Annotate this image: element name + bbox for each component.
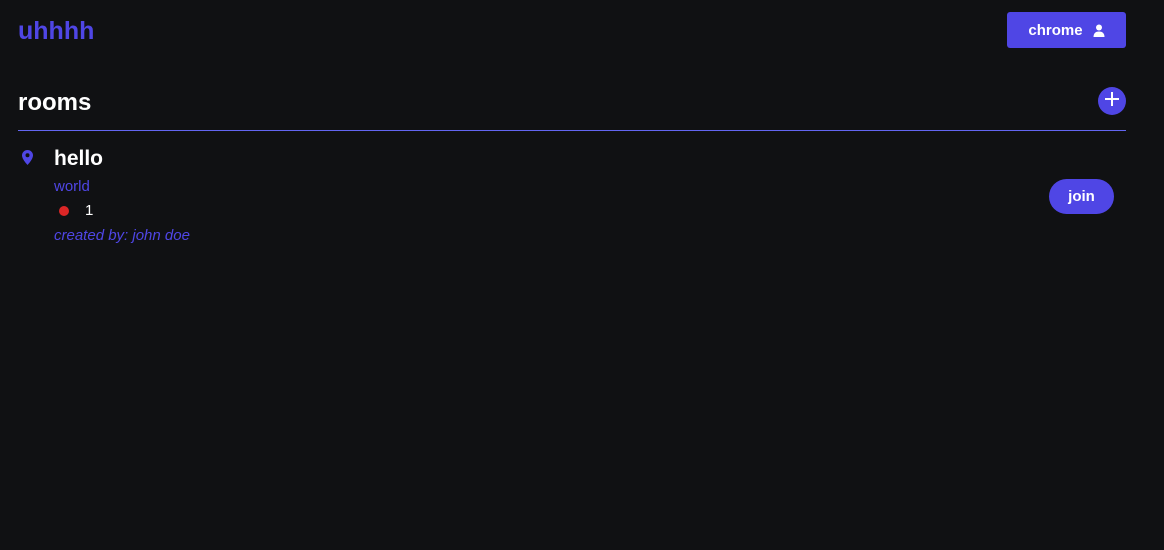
room-creator: created by: john doe (54, 227, 190, 244)
add-room-button[interactable] (1098, 87, 1126, 115)
user-button-label: chrome (1028, 21, 1083, 39)
join-room-button[interactable]: join (1049, 179, 1114, 214)
room-list-item: hello world 1 created by: john doe join (18, 140, 1126, 250)
plus-icon (1105, 91, 1119, 111)
location-pin-icon (22, 150, 33, 170)
member-count: 1 (85, 202, 94, 219)
section-divider (18, 130, 1126, 131)
status-dot (59, 206, 69, 216)
top-bar: uhhhh chrome (0, 0, 1164, 64)
room-description: world (54, 178, 90, 195)
user-icon (1093, 24, 1105, 37)
room-name: hello (54, 147, 104, 170)
app-logo[interactable]: uhhhh (18, 14, 94, 48)
user-menu-button[interactable]: chrome (1007, 12, 1126, 48)
rooms-heading: rooms (18, 89, 92, 116)
